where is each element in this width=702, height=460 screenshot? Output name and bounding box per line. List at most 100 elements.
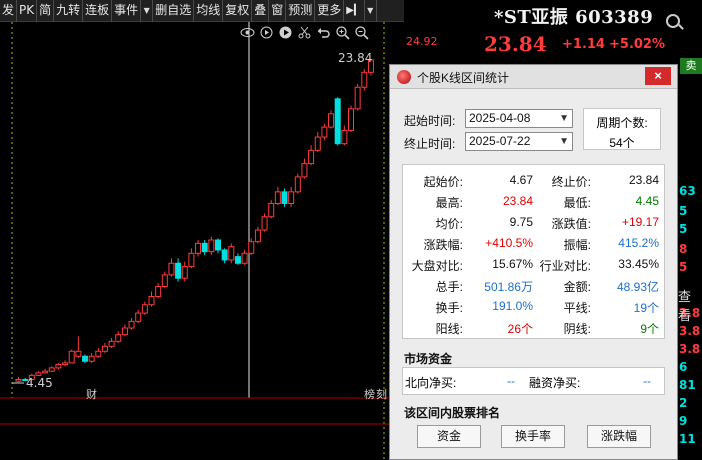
candle-body — [75, 350, 82, 357]
right-side-panel: 63 5 5 8 5 3.8 3.8 3.8 6 81 2 9 11 — [676, 56, 702, 460]
kline-range-stats-dialog: 个股K线区间统计 × 起始时间: 2025-04-08 ▼ 终止时间: 2025… — [389, 64, 678, 460]
candle-body — [215, 239, 221, 251]
candle-body — [274, 191, 281, 204]
period-count-box: 周期个数: 54个 — [583, 108, 661, 150]
stat-label: 最高: — [435, 196, 463, 210]
start-date-picker[interactable]: 2025-04-08 ▼ — [465, 109, 573, 128]
eye-icon[interactable] — [240, 25, 255, 40]
toolbar-btn-shijian[interactable]: 事件 — [112, 0, 142, 22]
chart-icon-row — [240, 24, 400, 40]
stat-label: 振幅: — [563, 238, 591, 252]
event-label-rank: 榜 — [364, 387, 375, 401]
toolbar-play-end-icon[interactable]: ▶▎ — [344, 0, 365, 22]
candle-body — [141, 304, 148, 314]
candle-body — [42, 370, 49, 374]
candle-body — [115, 334, 122, 342]
candle-body — [168, 262, 175, 276]
end-date-value: 2025-07-22 — [469, 134, 531, 148]
candle-body — [268, 202, 275, 218]
toolbar-btn-adjust[interactable]: 复权 — [223, 0, 253, 22]
candle-body — [334, 98, 341, 145]
toolbar-dropdown-icon-2[interactable]: ▼ — [365, 0, 377, 22]
candle-body — [301, 163, 308, 178]
toolbar-btn-window[interactable]: 窗 — [269, 0, 287, 22]
sell-tag[interactable]: 卖 — [680, 58, 702, 74]
toolbar-btn-ma[interactable]: 均线 — [194, 0, 224, 22]
toolbar-btn-overlay[interactable]: 叠 — [252, 0, 270, 22]
toolbar-btn-pk[interactable]: PK — [17, 0, 38, 22]
toolbar-btn-lianban[interactable]: 连板 — [83, 0, 113, 22]
margin-label: 融资净买: — [529, 376, 581, 390]
stat-value: 48.93亿 — [616, 280, 659, 294]
candle-body — [68, 350, 75, 364]
stock-change: +1.14 — [562, 37, 605, 52]
play-icon[interactable] — [278, 25, 293, 40]
kline-chart[interactable]: 23.84 4.45 财 榜 刻 — [0, 22, 404, 460]
chevron-down-icon[interactable]: ▼ — [559, 110, 569, 127]
candle-body — [175, 262, 182, 279]
low-price-label: 4.45 — [26, 376, 53, 390]
candle-body — [201, 242, 208, 253]
candle-body — [221, 249, 228, 261]
stat-value: 9个 — [640, 322, 659, 336]
toolbar-btn-predict[interactable]: 预测 — [286, 0, 316, 22]
stat-value: 191.0% — [492, 299, 533, 313]
stat-label: 涨跌值: — [551, 217, 591, 231]
candle-body — [308, 149, 315, 165]
scissors-icon[interactable] — [297, 25, 312, 40]
stat-value: 415.2% — [618, 236, 659, 250]
period-count-value: 54个 — [609, 136, 635, 150]
rank-by-fund-button[interactable]: 资金 — [417, 425, 481, 448]
stat-label: 最低: — [563, 196, 591, 210]
candle-body — [328, 113, 335, 128]
north-label: 北向净买: — [405, 376, 457, 390]
stat-label: 总手: — [435, 280, 463, 294]
event-label-finance: 财 — [86, 387, 97, 401]
toolbar-dropdown-icon[interactable]: ▼ — [141, 0, 154, 22]
stat-value: +410.5% — [485, 236, 533, 250]
candle-body — [254, 229, 261, 243]
stat-label: 起始价: — [423, 175, 463, 189]
candle-body — [62, 362, 69, 366]
north-value: -- — [507, 374, 515, 388]
dialog-titlebar[interactable]: 个股K线区间统计 × — [390, 65, 677, 89]
toolbar-btn-more[interactable]: 更多 — [315, 0, 345, 22]
zoom-in-icon[interactable] — [335, 25, 350, 40]
candle-body — [135, 312, 142, 322]
toolbar-btn-fa[interactable]: 发 — [0, 0, 18, 22]
candle-body — [188, 252, 195, 268]
view-more-link[interactable]: 查看 — [678, 286, 702, 324]
rank-by-change-button[interactable]: 涨跌幅 — [587, 425, 651, 448]
candle-body — [181, 266, 188, 279]
stat-value: 15.67% — [492, 257, 533, 271]
candle-body — [208, 239, 215, 253]
margin-value: -- — [643, 374, 651, 388]
stat-value: 4.67 — [509, 173, 533, 187]
chevron-down-icon[interactable]: ▼ — [559, 133, 569, 150]
candle-body — [261, 216, 268, 231]
market-fund-box: 北向净买: -- 融资净买: -- — [402, 367, 665, 395]
zoom-out-icon[interactable] — [354, 25, 369, 40]
start-date-value: 2025-04-08 — [469, 111, 531, 125]
stat-value: 33.45% — [618, 257, 659, 271]
end-date-picker[interactable]: 2025-07-22 ▼ — [465, 132, 573, 151]
candle-body — [82, 355, 88, 362]
candle-body — [281, 191, 288, 204]
toolbar-btn-jiuzhuan[interactable]: 九转 — [54, 0, 84, 22]
kline-candles[interactable]: 23.84 4.45 财 榜 刻 — [0, 22, 404, 460]
undo-icon[interactable] — [316, 25, 331, 40]
dialog-title: 个股K线区间统计 — [417, 71, 510, 85]
replay-icon[interactable] — [259, 25, 274, 40]
candle-body — [228, 246, 235, 261]
app-logo-icon — [397, 70, 411, 84]
search-icon[interactable] — [666, 14, 684, 30]
rank-by-turnover-button[interactable]: 换手率 — [501, 425, 565, 448]
stat-value: +19.17 — [621, 215, 659, 229]
candle-body — [288, 191, 295, 204]
market-fund-title: 市场资金 — [404, 352, 453, 366]
close-icon[interactable]: × — [645, 67, 671, 85]
candle-body — [314, 136, 321, 151]
toolbar-btn-remove-watchlist[interactable]: 删自选 — [153, 0, 195, 22]
toolbar-btn-jian[interactable]: 简 — [37, 0, 55, 22]
stat-value: 4.45 — [635, 194, 659, 208]
